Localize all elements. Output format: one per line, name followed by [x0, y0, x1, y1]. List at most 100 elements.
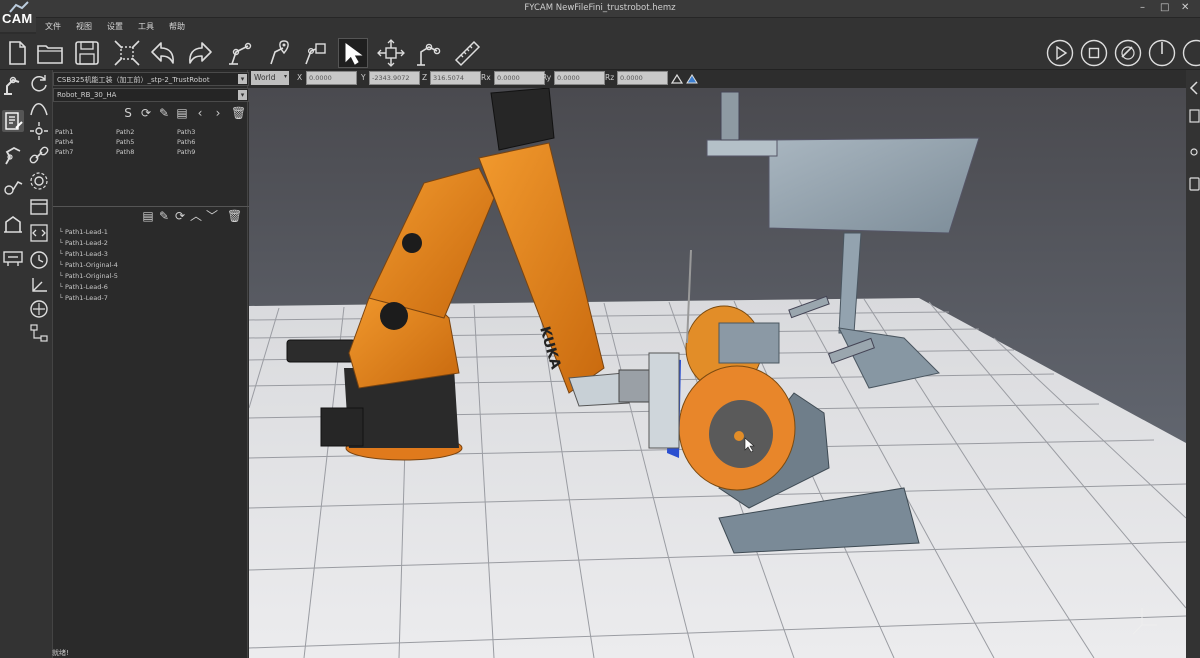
- menu-settings[interactable]: 设置: [107, 21, 123, 32]
- simulation-icon[interactable]: [2, 246, 24, 268]
- fycam-window: FYCAM NewFileFini_trustrobot.hemz – □ ✕ …: [0, 0, 1200, 658]
- open-folder-icon[interactable]: [35, 38, 65, 68]
- tree-item[interactable]: └ Path1-Original-5: [59, 272, 118, 280]
- tree-rotate-icon[interactable]: ⟳: [173, 209, 187, 223]
- tree-item[interactable]: └ Path1-Lead-7: [59, 294, 108, 302]
- path-prev-icon[interactable]: ‹: [193, 106, 207, 120]
- path-item[interactable]: Path7: [55, 148, 73, 156]
- axis-rz-label: Rz: [605, 73, 615, 82]
- fixture-icon[interactable]: [2, 212, 24, 234]
- tree-item[interactable]: └ Path1-Lead-6: [59, 283, 108, 291]
- tool-frame-icon[interactable]: [300, 38, 330, 68]
- app-logo: CAM: [0, 0, 36, 32]
- undo-icon[interactable]: [148, 38, 178, 68]
- path-file-icon[interactable]: ▤: [175, 106, 189, 120]
- frame-select[interactable]: World ▾: [251, 71, 289, 85]
- joint-icon[interactable]: [414, 38, 444, 68]
- play-icon[interactable]: [1046, 39, 1074, 67]
- axis-x-label: X: [297, 73, 303, 82]
- tree-item[interactable]: └ Path1-Lead-1: [59, 228, 108, 236]
- axis-ry-label: Ry: [542, 73, 552, 82]
- snap-tool-icons[interactable]: [670, 71, 700, 86]
- link-icon[interactable]: [28, 144, 50, 166]
- title-bar: FYCAM NewFileFini_trustrobot.hemz – □ ✕: [0, 0, 1200, 18]
- program-edit-icon[interactable]: [2, 110, 24, 132]
- full-icon[interactable]: [1182, 39, 1200, 67]
- path-item[interactable]: Path4: [55, 138, 73, 146]
- robot-pose-icon[interactable]: [2, 144, 24, 166]
- scene-canvas[interactable]: KUKA: [249, 88, 1186, 658]
- axis-y-field[interactable]: -2343.9072: [369, 71, 420, 85]
- axis-x-field[interactable]: 0.0000: [306, 71, 357, 85]
- project-select-arrow-icon[interactable]: ▾: [238, 74, 247, 84]
- path-delete-icon[interactable]: 🗑: [231, 106, 246, 120]
- robot-select-value: Robot_RB_30_HA: [57, 91, 117, 99]
- refresh-path-icon[interactable]: [28, 72, 50, 94]
- redo-icon[interactable]: [185, 38, 215, 68]
- robot-arm-icon[interactable]: [2, 74, 24, 96]
- axis-rx-field[interactable]: 0.0000: [494, 71, 545, 85]
- tree-file-icon[interactable]: ▤: [141, 209, 155, 223]
- robot-path-icon[interactable]: [226, 38, 256, 68]
- coordinate-bar: World ▾ X 0.0000 Y -2343.9072 Z 316.5074…: [248, 70, 700, 87]
- code-icon[interactable]: [28, 222, 50, 244]
- axis-frame-icon[interactable]: [28, 274, 50, 296]
- path-item[interactable]: Path9: [177, 148, 195, 156]
- menu-file[interactable]: 文件: [45, 21, 61, 32]
- robot-select[interactable]: Robot_RB_30_HA ▾: [53, 88, 249, 102]
- curve-path-icon[interactable]: [28, 96, 50, 118]
- compass-icon[interactable]: [28, 298, 50, 320]
- path-item[interactable]: Path6: [177, 138, 195, 146]
- right-panel-icons[interactable]: [1186, 70, 1200, 210]
- menu-view[interactable]: 视图: [76, 21, 92, 32]
- path-item[interactable]: Path8: [116, 148, 134, 156]
- menu-tools[interactable]: 工具: [138, 21, 154, 32]
- tree-up-icon[interactable]: ︿: [189, 209, 203, 223]
- path-item[interactable]: Path1: [55, 128, 73, 136]
- robot-select-arrow-icon[interactable]: ▾: [238, 90, 247, 100]
- 3d-viewport[interactable]: KUKA: [249, 88, 1186, 658]
- save-icon[interactable]: [72, 38, 102, 68]
- tree-item[interactable]: └ Path1-Lead-2: [59, 239, 108, 247]
- path-edit-icon[interactable]: ✎: [157, 106, 171, 120]
- path-next-icon[interactable]: ›: [211, 106, 225, 120]
- path-item[interactable]: Path3: [177, 128, 195, 136]
- window-icon[interactable]: [28, 196, 50, 218]
- new-file-icon[interactable]: [2, 38, 32, 68]
- settings-gear-icon[interactable]: [28, 170, 50, 192]
- tree-down-icon[interactable]: ﹀: [205, 209, 219, 223]
- close-button[interactable]: ✕: [1181, 2, 1189, 13]
- axis-y-label: Y: [361, 73, 366, 82]
- fit-view-icon[interactable]: [112, 38, 142, 68]
- path-s-icon[interactable]: S: [121, 106, 135, 120]
- tree-item[interactable]: └ Path1-Original-4: [59, 261, 118, 269]
- select-cursor-icon[interactable]: [338, 38, 368, 68]
- axis-rz-field[interactable]: 0.0000: [617, 71, 668, 85]
- axis-ry-field[interactable]: 0.0000: [554, 71, 605, 85]
- panel-divider: [53, 206, 249, 207]
- pin-path-icon[interactable]: [263, 38, 293, 68]
- tree-delete-icon[interactable]: 🗑: [227, 209, 242, 223]
- workcell-icon[interactable]: [2, 176, 24, 198]
- axis-z-field[interactable]: 316.5074: [430, 71, 481, 85]
- maximize-button[interactable]: □: [1160, 2, 1169, 13]
- project-select[interactable]: CSB325机能工装（加工前）_stp-2_TrustRobot ▾: [53, 72, 249, 86]
- hierarchy-icon[interactable]: [28, 322, 50, 344]
- stop-icon[interactable]: [1080, 39, 1108, 67]
- path-item[interactable]: Path2: [116, 128, 134, 136]
- ruler-icon[interactable]: [452, 38, 482, 68]
- half-icon[interactable]: [1148, 39, 1176, 67]
- point-target-icon[interactable]: [28, 120, 50, 142]
- path-item[interactable]: Path5: [116, 138, 134, 146]
- tree-edit-icon[interactable]: ✎: [157, 209, 171, 223]
- reset-icon[interactable]: [1114, 39, 1142, 67]
- minimize-button[interactable]: –: [1140, 2, 1145, 13]
- status-text: 就绪!: [52, 649, 69, 657]
- menu-bar: 文件 视图 设置 工具 帮助: [36, 18, 1200, 34]
- move-axis-icon[interactable]: [376, 38, 406, 68]
- timer-icon[interactable]: [28, 248, 50, 270]
- path-rotate-icon[interactable]: ⟳: [139, 106, 153, 120]
- menu-help[interactable]: 帮助: [169, 21, 185, 32]
- axis-z-label: Z: [422, 73, 428, 82]
- tree-item[interactable]: └ Path1-Lead-3: [59, 250, 108, 258]
